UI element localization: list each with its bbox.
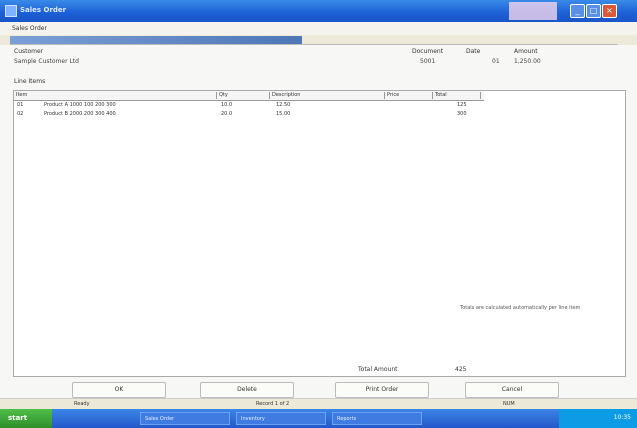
cell-item: Product A 1000 100 200 300 bbox=[44, 102, 116, 108]
number-label: Document bbox=[412, 48, 444, 55]
minimize-button[interactable]: _ bbox=[570, 4, 585, 18]
close-button[interactable]: × bbox=[602, 4, 617, 18]
clock: 10:35 bbox=[613, 414, 631, 421]
cell-qty: 10.0 bbox=[221, 102, 233, 108]
menu-bar: Sales Order bbox=[0, 22, 637, 35]
print-button[interactable]: Print Order bbox=[335, 382, 429, 398]
date-label: Date bbox=[466, 48, 481, 55]
amount-label: Amount bbox=[514, 48, 538, 55]
col-price[interactable]: Price bbox=[387, 92, 433, 99]
taskbar-item[interactable]: Sales Order bbox=[140, 412, 230, 425]
cell-index: 01 bbox=[17, 102, 24, 108]
grid-note: Totals are calculated automatically per … bbox=[460, 305, 581, 311]
total-value: 425 bbox=[455, 366, 467, 373]
status-right: NUM bbox=[503, 401, 515, 407]
items-label: Line Items bbox=[14, 78, 46, 85]
start-button[interactable]: start bbox=[0, 409, 52, 428]
col-qty[interactable]: Qty bbox=[219, 92, 270, 99]
date-value[interactable]: 01 bbox=[492, 58, 500, 65]
amount-value[interactable]: 1,250.00 bbox=[514, 58, 541, 65]
system-tray: 10:35 bbox=[559, 409, 637, 428]
menu-label[interactable]: Sales Order bbox=[12, 25, 47, 32]
grid-header: Item Qty Description Price Total bbox=[14, 91, 484, 101]
ok-button[interactable]: OK bbox=[72, 382, 166, 398]
cell-qty: 20.0 bbox=[221, 111, 233, 117]
title-bar: Sales Order _ □ × bbox=[0, 0, 637, 22]
cell-total: 125 bbox=[457, 102, 467, 108]
maximize-button[interactable]: □ bbox=[586, 4, 601, 18]
taskbar-item[interactable]: Reports bbox=[332, 412, 422, 425]
cell-item: Product B 2000 200 300 400 bbox=[44, 111, 116, 117]
cancel-button[interactable]: Cancel bbox=[465, 382, 559, 398]
progress-bar bbox=[10, 36, 618, 45]
table-row[interactable]: 02 Product B 2000 200 300 400 20.0 15.00… bbox=[14, 111, 484, 119]
number-value[interactable]: 5001 bbox=[420, 58, 435, 65]
cell-total: 300 bbox=[457, 111, 467, 117]
cell-price: 15.00 bbox=[276, 111, 291, 117]
taskbar: start Sales Order Inventory Reports 10:3… bbox=[0, 409, 637, 428]
col-total[interactable]: Total bbox=[435, 92, 481, 99]
taskbar-item[interactable]: Inventory bbox=[236, 412, 326, 425]
window-title: Sales Order bbox=[20, 6, 67, 14]
cell-index: 02 bbox=[17, 111, 24, 117]
title-highlight bbox=[509, 2, 557, 20]
delete-button[interactable]: Delete bbox=[200, 382, 294, 398]
app-icon bbox=[5, 5, 17, 17]
col-description[interactable]: Description bbox=[272, 92, 385, 99]
col-item[interactable]: Item bbox=[16, 92, 217, 99]
customer-label: Customer bbox=[14, 48, 44, 55]
total-label: Total Amount bbox=[358, 366, 398, 373]
status-left: Ready bbox=[74, 401, 90, 407]
customer-value[interactable]: Sample Customer Ltd bbox=[14, 58, 79, 65]
cell-price: 12.50 bbox=[276, 102, 291, 108]
progress-fill bbox=[10, 36, 302, 44]
table-row[interactable]: 01 Product A 1000 100 200 300 10.0 12.50… bbox=[14, 102, 484, 110]
line-items-grid[interactable]: Item Qty Description Price Total 01 Prod… bbox=[13, 90, 626, 377]
status-center: Record 1 of 2 bbox=[256, 401, 290, 407]
